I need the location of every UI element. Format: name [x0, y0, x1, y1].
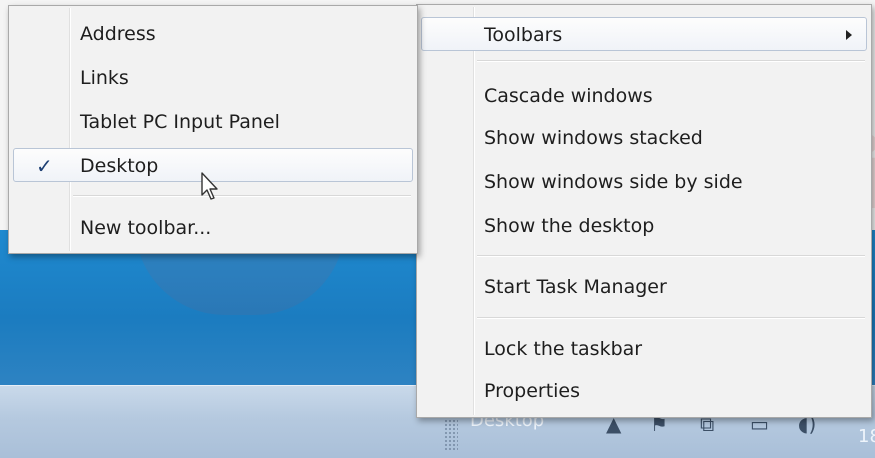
submenu-item-links[interactable]: Links [13, 60, 413, 94]
menu-item-toolbars[interactable]: Toolbars [421, 17, 867, 51]
menu-item-label: Links [80, 67, 129, 89]
submenu-item-tablet-pc-input-panel[interactable]: Tablet PC Input Panel [13, 104, 413, 138]
taskbar-clock[interactable]: 18 [858, 426, 875, 447]
menu-item-label: Properties [484, 380, 581, 402]
menu-item-label: Start Task Manager [484, 276, 667, 298]
menu-item-label: Show windows stacked [484, 127, 703, 149]
menu-item-label: Lock the taskbar [484, 338, 643, 360]
menu-item-label: New toolbar... [80, 217, 212, 239]
submenu-arrow-icon [846, 30, 852, 40]
menu-item-label: Cascade windows [484, 85, 653, 107]
menu-item-label: Desktop [80, 155, 159, 177]
menu-item-label: Show the desktop [484, 215, 655, 237]
menu-item-label: Toolbars [484, 24, 563, 46]
menu-separator [73, 195, 411, 197]
taskbar-grip-handle[interactable] [444, 415, 458, 451]
menu-item-label: Address [80, 23, 156, 45]
taskbar-context-menu: Toolbars Cascade windows Show windows st… [416, 4, 872, 418]
menu-item-start-task-manager[interactable]: Start Task Manager [421, 269, 867, 303]
toolbars-submenu: Address Links Tablet PC Input Panel ✓ De… [8, 5, 418, 254]
mouse-cursor-icon [201, 172, 218, 200]
menu-separator [477, 317, 865, 319]
menu-item-show-the-desktop[interactable]: Show the desktop [421, 208, 867, 242]
menu-separator [477, 60, 865, 62]
menu-item-show-windows-side-by-side[interactable]: Show windows side by side [421, 164, 867, 198]
menu-item-lock-the-taskbar[interactable]: Lock the taskbar [421, 331, 867, 365]
menu-item-properties[interactable]: Properties [421, 373, 867, 407]
menu-separator [477, 255, 865, 257]
submenu-item-address[interactable]: Address [13, 16, 413, 50]
menu-item-label: Tablet PC Input Panel [80, 111, 280, 133]
menu-item-cascade-windows[interactable]: Cascade windows [421, 78, 867, 112]
menu-item-label: Show windows side by side [484, 171, 743, 193]
submenu-item-new-toolbar[interactable]: New toolbar... [13, 210, 413, 244]
menu-item-show-windows-stacked[interactable]: Show windows stacked [421, 120, 867, 154]
checkmark-icon: ✓ [36, 154, 53, 178]
